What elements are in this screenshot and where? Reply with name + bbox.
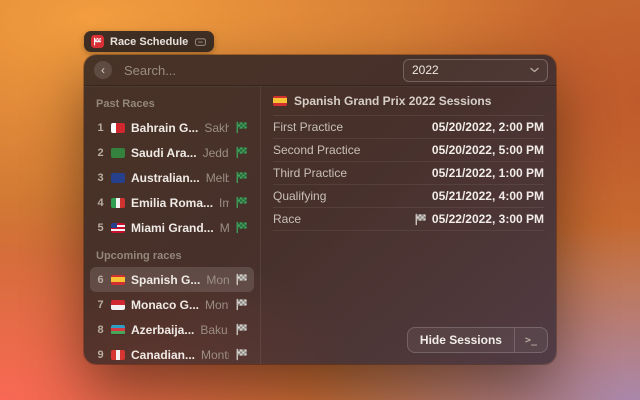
race-index: 8: [96, 324, 105, 336]
race-list-item[interactable]: 8 Azerbaija... Baku, Azerb...: [90, 317, 254, 342]
session-row: First Practice05/20/2022, 2:00 PM: [273, 116, 544, 139]
checkered-flag-icon: [235, 121, 248, 134]
race-index: 7: [96, 299, 105, 311]
australia-flag-icon: [111, 173, 125, 183]
checkered-flag-icon: [235, 171, 248, 184]
italy-flag-icon: [111, 198, 125, 208]
race-list-item[interactable]: 4 Emilia Roma... Imola, Italy: [90, 190, 254, 215]
window-tab[interactable]: Race Schedule: [84, 31, 214, 52]
checkered-flag-icon: [235, 348, 248, 361]
race-title: Bahrain G...: [131, 121, 198, 135]
azerbaijan-flag-icon: [111, 325, 125, 335]
sessions-list: First Practice05/20/2022, 2:00 PMSecond …: [273, 116, 544, 231]
chevron-down-icon: [530, 67, 539, 73]
race-list-item[interactable]: 7 Monaco G... Monte-Carl...: [90, 292, 254, 317]
race-location: Montreal, C...: [201, 348, 229, 362]
race-title: Monaco G...: [131, 298, 199, 312]
section-header: Past Races: [96, 98, 248, 110]
session-time: 05/22/2022, 3:00 PM: [414, 212, 544, 226]
terminal-prompt-icon[interactable]: >_: [515, 328, 547, 352]
search-bar: ‹ 2022: [84, 55, 556, 86]
session-label: First Practice: [273, 120, 432, 134]
race-title: Canadian...: [131, 348, 195, 362]
race-location: Imola, Italy: [219, 196, 229, 210]
race-index: 3: [96, 172, 105, 184]
checkered-flag-icon: [235, 146, 248, 159]
checkered-flag-icon: [235, 298, 248, 311]
race-title: Miami Grand...: [131, 221, 214, 235]
session-time: 05/21/2022, 1:00 PM: [432, 166, 544, 180]
race-title: Saudi Ara...: [131, 146, 197, 160]
saudi-flag-icon: [111, 148, 125, 158]
printer-icon[interactable]: [194, 36, 207, 47]
checkered-flag-icon: [235, 323, 248, 336]
race-index: 9: [96, 349, 105, 361]
action-bar: Hide Sessions >_: [407, 327, 548, 353]
spain-flag-icon: [111, 275, 125, 285]
race-title: Emilia Roma...: [131, 196, 213, 210]
bahrain-flag-icon: [111, 123, 125, 133]
race-list: Past Races 1 Bahrain G... Sakhir, Bahr... 2 S…: [84, 86, 260, 364]
session-row: Third Practice05/21/2022, 1:00 PM: [273, 162, 544, 185]
hide-sessions-button[interactable]: Hide Sessions: [408, 328, 514, 352]
checkered-flag-icon: [235, 196, 248, 209]
section-header: Upcoming races: [96, 250, 248, 262]
sessions-panel-title: Spanish Grand Prix 2022 Sessions: [294, 94, 491, 108]
race-title: Spanish G...: [131, 273, 200, 287]
race-location: Sakhir, Bahr...: [204, 121, 229, 135]
race-index: 4: [96, 197, 105, 209]
window-tab-title: Race Schedule: [110, 36, 188, 48]
session-label: Second Practice: [273, 143, 432, 157]
race-list-item[interactable]: 3 Australian... Melbourne,...: [90, 165, 254, 190]
race-location: Montmeló,...: [206, 273, 229, 287]
spain-flag-icon: [273, 96, 287, 106]
race-list-item[interactable]: 6 Spanish G... Montmeló,...: [90, 267, 254, 292]
year-dropdown-value: 2022: [412, 63, 530, 77]
race-location: Baku, Azerb...: [200, 323, 229, 337]
session-label: Third Practice: [273, 166, 432, 180]
race-location: Melbourne,...: [206, 171, 229, 185]
race-index: 1: [96, 122, 105, 134]
race-location: Miami, USA: [220, 221, 229, 235]
race-list-item[interactable]: 9 Canadian... Montreal, C...: [90, 342, 254, 364]
race-list-item[interactable]: 5 Miami Grand... Miami, USA: [90, 215, 254, 240]
sessions-panel: Spanish Grand Prix 2022 Sessions First P…: [260, 86, 556, 364]
back-button[interactable]: ‹: [94, 61, 112, 79]
session-time: 05/20/2022, 5:00 PM: [432, 143, 544, 157]
checkered-flag-icon: [235, 273, 248, 286]
race-location: Monte-Carl...: [205, 298, 229, 312]
checkered-flag-icon: [235, 221, 248, 234]
desktop-background: Race Schedule ‹ 2022 Past Races 1 Bahrain …: [0, 0, 640, 400]
session-row: Qualifying05/21/2022, 4:00 PM: [273, 185, 544, 208]
sessions-panel-header: Spanish Grand Prix 2022 Sessions: [273, 86, 544, 116]
session-time: 05/21/2022, 4:00 PM: [432, 189, 544, 203]
year-dropdown[interactable]: 2022: [403, 59, 548, 82]
race-title: Azerbaija...: [131, 323, 194, 337]
race-list-item[interactable]: 2 Saudi Ara... Jeddah, Sa...: [90, 140, 254, 165]
session-label: Race: [273, 212, 414, 226]
session-row: Race05/22/2022, 3:00 PM: [273, 208, 544, 231]
monaco-flag-icon: [111, 300, 125, 310]
checkered-flag-icon: [414, 213, 427, 226]
session-row: Second Practice05/20/2022, 5:00 PM: [273, 139, 544, 162]
race-list-item[interactable]: 1 Bahrain G... Sakhir, Bahr...: [90, 115, 254, 140]
search-input[interactable]: [122, 62, 403, 79]
race-index: 6: [96, 274, 105, 286]
session-label: Qualifying: [273, 189, 432, 203]
race-location: Jeddah, Sa...: [203, 146, 229, 160]
raycast-window: ‹ 2022 Past Races 1 Bahrain G... Sakhir, Ba…: [84, 55, 556, 364]
race-title: Australian...: [131, 171, 200, 185]
race-index: 2: [96, 147, 105, 159]
canada-flag-icon: [111, 350, 125, 360]
spain-flag-icon: [273, 96, 287, 106]
session-time: 05/20/2022, 2:00 PM: [432, 120, 544, 134]
race-schedule-app-icon: [91, 35, 104, 48]
usa-flag-icon: [111, 223, 125, 233]
race-index: 5: [96, 222, 105, 234]
